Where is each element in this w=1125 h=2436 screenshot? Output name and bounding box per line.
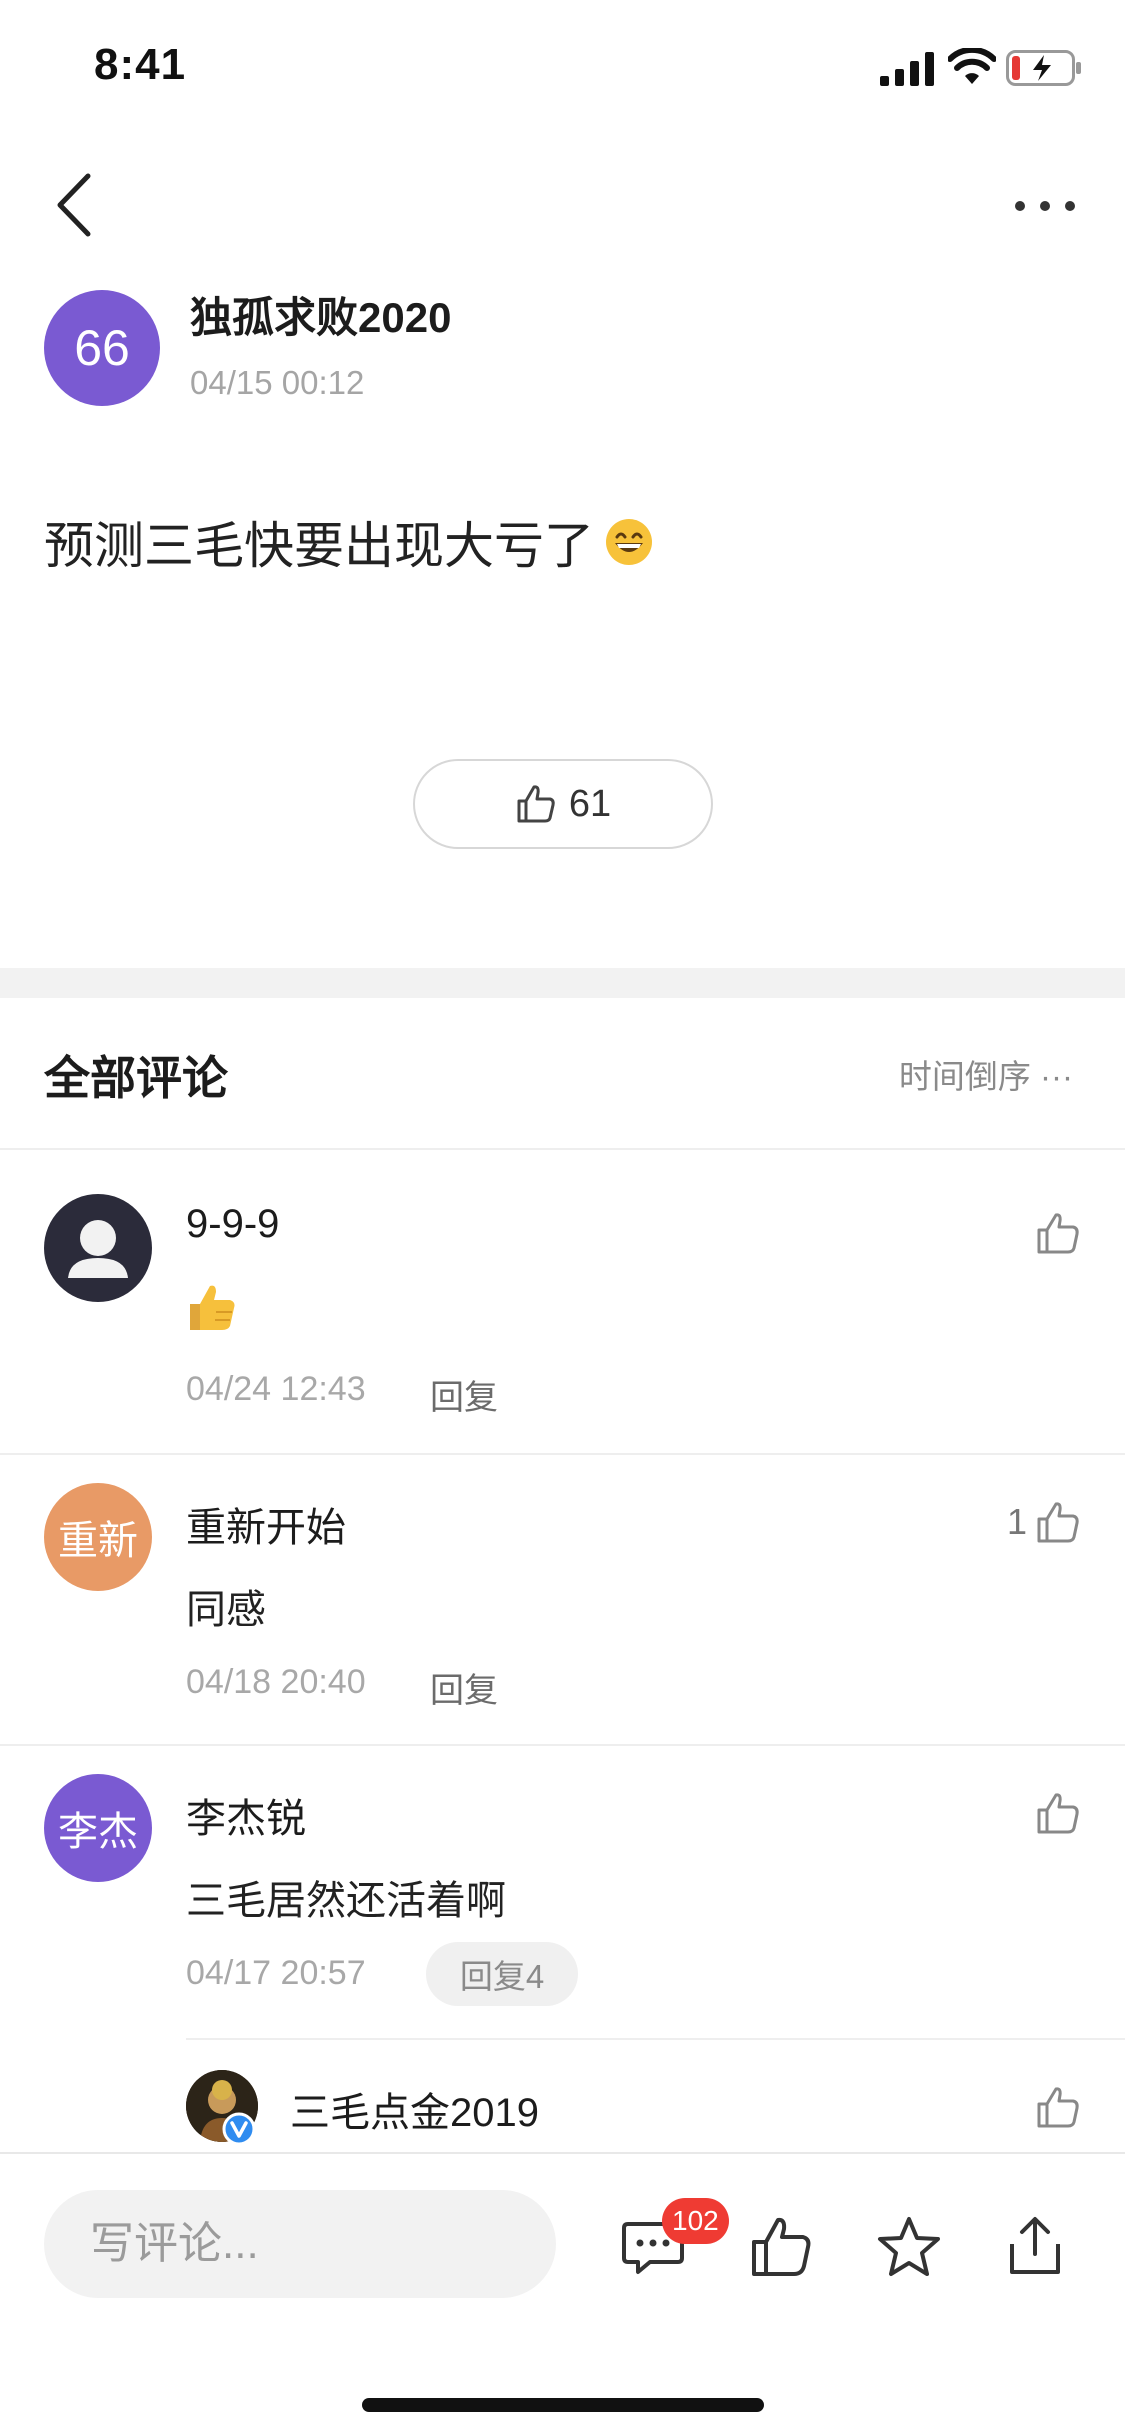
comment-item: 三毛点金2019 [0, 2040, 1125, 2152]
more-icon[interactable] [1010, 186, 1080, 226]
comment-text: 三毛居然还活着啊 [186, 1879, 506, 1923]
thumbs-up-icon [1037, 2087, 1079, 2128]
comment-time: 04/24 12:43 [186, 1370, 366, 1408]
post-content: 预测三毛快要出现大亏了 [44, 506, 654, 578]
verified-badge-icon [222, 2112, 256, 2146]
comment-count-badge: 102 [662, 2198, 729, 2244]
grinning-face-emoji-icon [606, 519, 652, 565]
post-time: 04/15 00:12 [190, 364, 365, 401]
comments-header: 全部评论 时间倒序 ··· [0, 998, 1125, 1150]
sort-button[interactable]: 时间倒序 ··· [899, 1050, 1073, 1098]
thumbs-up-icon [1037, 1502, 1079, 1543]
comment-input[interactable] [44, 2190, 556, 2298]
status-bar: 8:41 [0, 0, 1125, 132]
avatar-text: 重新 [58, 1519, 138, 1563]
default-user-icon [68, 1220, 128, 1278]
comment-item: 李杰 李杰锐 三毛居然还活着啊 04/17 20:57 回复4 [0, 1746, 1125, 2036]
avatar[interactable]: 重新 [44, 1483, 152, 1591]
avatar-text: 李杰 [58, 1810, 138, 1854]
comment-item: 重新 重新开始 同感 04/18 20:40 回复 1 [0, 1455, 1125, 1745]
comment-author[interactable]: 9-9-9 [186, 1202, 279, 1247]
comment-author[interactable]: 三毛点金2019 [290, 2080, 539, 2138]
comments-title: 全部评论 [44, 1052, 228, 1104]
comment-author[interactable]: 李杰锐 [186, 1786, 306, 1844]
reply-button[interactable]: 回复 [430, 1370, 498, 1419]
comment-time: 04/18 20:40 [186, 1663, 366, 1701]
comment-author[interactable]: 重新开始 [186, 1495, 346, 1553]
comment-like-button[interactable] [1027, 1210, 1081, 1256]
reply-button[interactable]: 回复 [430, 1663, 498, 1712]
section-divider [0, 968, 1125, 998]
thumbs-up-icon [1037, 1793, 1079, 1834]
share-icon[interactable] [1002, 2214, 1068, 2280]
reply-count-button[interactable]: 回复4 [426, 1942, 578, 2006]
status-time: 8:41 [94, 40, 187, 89]
battery-icon [1006, 50, 1081, 86]
star-icon[interactable] [876, 2214, 942, 2280]
post-like-button[interactable]: 61 [413, 759, 713, 849]
comment-text: 同感 [186, 1588, 266, 1632]
author-avatar-text: 66 [74, 320, 130, 376]
author-avatar[interactable]: 66 [44, 290, 160, 406]
thumbs-up-emoji-icon [190, 1285, 235, 1330]
bottom-bar: 102 [0, 2152, 1125, 2436]
back-icon[interactable] [46, 170, 106, 240]
comment-item: 9-9-9 04/24 12:43 回复 [0, 1152, 1125, 1454]
thumbs-up-icon [1037, 1213, 1079, 1254]
comment-like-button[interactable]: 1 [1007, 1499, 1081, 1545]
like-icon[interactable] [748, 2214, 814, 2280]
author-name[interactable]: 独孤求败2020 [190, 284, 451, 345]
post-text: 预测三毛快要出现大亏了 [44, 518, 594, 574]
avatar[interactable]: 李杰 [44, 1774, 152, 1882]
wifi-icon [948, 48, 996, 84]
comment-time: 04/17 20:57 [186, 1954, 366, 1992]
comment-like-count: 1 [1006, 1501, 1027, 1542]
thumbs-up-icon [517, 785, 555, 823]
comment-like-button[interactable] [1035, 2084, 1081, 2130]
post-like-count: 61 [568, 782, 612, 825]
signal-icon [880, 52, 934, 86]
avatar[interactable] [44, 1194, 152, 1302]
home-indicator [362, 2398, 764, 2412]
comment-like-button[interactable] [1027, 1790, 1081, 1836]
